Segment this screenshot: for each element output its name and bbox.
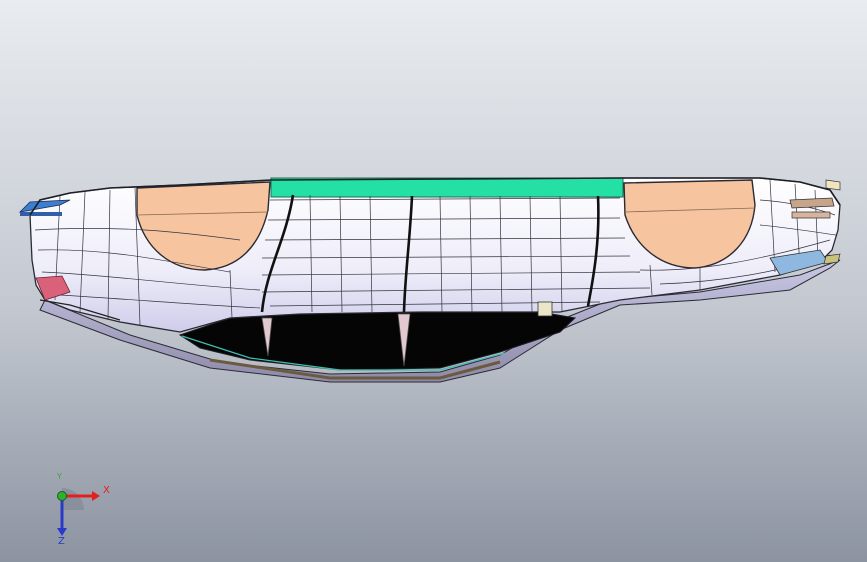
cad-viewport[interactable]: X Y Z	[0, 0, 867, 562]
z-arrow-head	[57, 528, 67, 536]
y-axis-dot	[57, 491, 67, 501]
x-arrow-head	[92, 491, 100, 501]
model-canvas[interactable]	[0, 0, 867, 562]
x-axis-label: X	[103, 485, 110, 496]
roof-strip	[270, 177, 624, 198]
clip-part	[537, 301, 553, 317]
z-axis-label: Z	[58, 536, 65, 547]
y-axis-label: Y	[57, 472, 62, 481]
coordinate-triad: X Y Z	[40, 472, 120, 550]
